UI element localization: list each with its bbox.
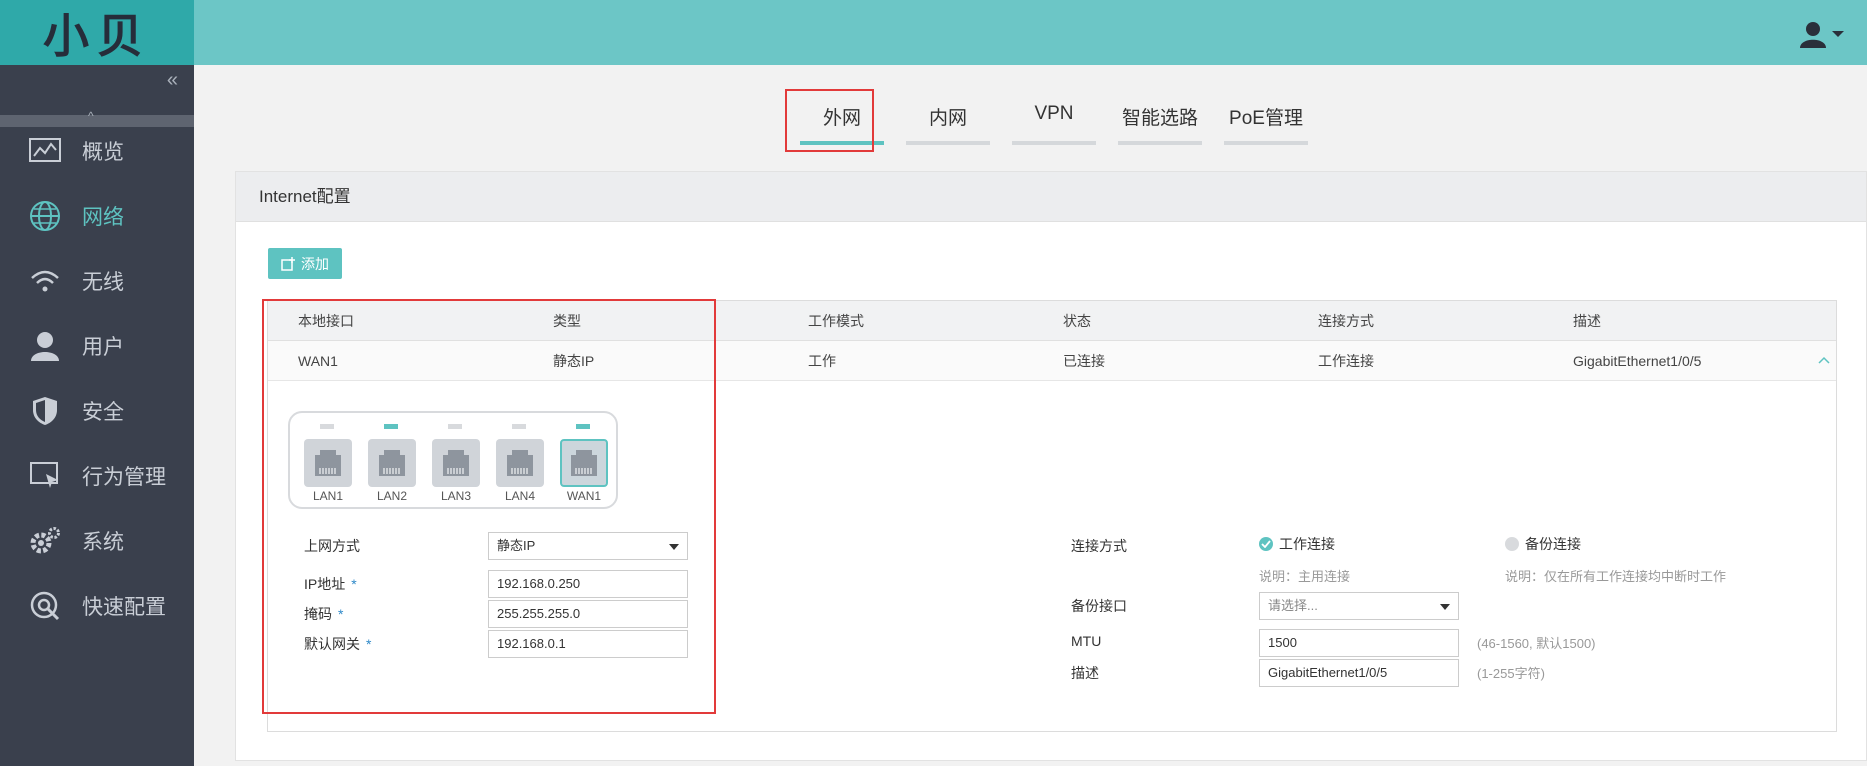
tab-highlight-box [785,89,874,152]
tab-indicator [1012,141,1096,145]
table-cell: 已连接 [1063,352,1105,369]
panel-title: Internet配置 [236,172,1866,222]
gear-icon [28,524,62,558]
radio-backup-connection[interactable]: 备份连接 [1505,534,1581,554]
top-bar: 小贝 [0,0,1867,65]
column-header: 工作模式 [808,312,864,329]
tab-indicator [1224,141,1308,145]
sidebar-item-label: 网络 [82,206,124,229]
connection-mode-label: 连接方式 [1071,538,1127,554]
radio-label: 备份连接 [1525,536,1581,552]
radio-work-connection[interactable]: 工作连接 [1259,534,1335,554]
column-header: 连接方式 [1318,312,1374,329]
globe-icon [28,199,62,233]
logo: 小贝 [0,0,194,65]
add-icon [281,256,295,271]
tab-smart-routing[interactable]: 智能选路 [1118,103,1202,145]
tab-indicator [1118,141,1202,145]
wifi-icon [28,264,62,298]
work-connection-note: 说明：主用连接 [1259,569,1351,584]
sidebar-item-behavior[interactable]: 行为管理 [0,446,194,506]
sidebar: « ^ 概览 网络 无线 用户 安全 行为管理 系统 快速配置 [0,65,194,766]
user-avatar-icon [1800,22,1826,48]
sidebar-item-security[interactable]: 安全 [0,381,194,441]
description-input[interactable]: GigabitEthernet1/0/5 [1259,659,1459,687]
tab-lan[interactable]: 内网 [906,103,990,145]
mtu-input[interactable]: 1500 [1259,629,1459,657]
tab-bar: 外网 内网 VPN 智能选路 PoE管理 [194,65,1867,155]
sidebar-item-label: 行为管理 [82,466,166,489]
backup-interface-select[interactable]: 请选择... [1259,592,1459,620]
sidebar-item-wireless[interactable]: 无线 [0,251,194,311]
collapse-sidebar-button[interactable]: « [167,69,178,92]
add-label: 添加 [301,255,329,272]
description-label: 描述 [1071,665,1099,681]
sidebar-item-label: 概览 [82,141,124,164]
mtu-label: MTU [1071,633,1102,649]
tab-poe[interactable]: PoE管理 [1224,103,1308,145]
shield-icon [28,394,62,428]
sidebar-item-label: 用户 [82,336,124,359]
user-menu[interactable] [1799,20,1845,48]
radio-unchecked-icon [1505,537,1519,551]
tab-label: PoE管理 [1229,108,1303,129]
add-button[interactable]: 添加 [268,248,342,279]
tab-label: 内网 [928,108,967,129]
sidebar-item-network[interactable]: 网络 [0,186,194,246]
tab-vpn[interactable]: VPN [1012,103,1096,145]
config-highlight-box [262,299,716,714]
sidebar-item-system[interactable]: 系统 [0,511,194,571]
backup-interface-label: 备份接口 [1071,598,1127,614]
monitor-icon [28,459,62,493]
radio-label: 工作连接 [1279,536,1335,552]
chart-icon [28,134,62,168]
table-cell: 工作连接 [1318,352,1374,369]
sidebar-item-label: 安全 [82,401,124,424]
sidebar-item-quick-config[interactable]: 快速配置 [0,576,194,636]
sidebar-item-label: 系统 [82,531,124,554]
sidebar-item-label: 无线 [82,271,124,294]
radio-checked-icon [1259,537,1273,551]
table-cell: 工作 [808,352,836,369]
mtu-hint: (46-1560, 默认1500) [1477,636,1596,651]
quick-config-icon [28,589,62,623]
sidebar-item-overview[interactable]: 概览 [0,121,194,181]
tab-label: 智能选路 [1121,108,1198,129]
table-cell: GigabitEthernet1/0/5 [1573,352,1702,369]
chevron-up-icon[interactable] [1818,356,1830,364]
caret-down-icon [1832,31,1844,37]
user-icon [28,329,62,363]
tab-indicator [906,141,990,145]
backup-connection-note: 说明：仅在所有工作连接均中断时工作 [1505,569,1727,584]
sidebar-item-users[interactable]: 用户 [0,316,194,376]
tab-label: VPN [1034,103,1074,124]
column-header: 状态 [1063,312,1091,329]
description-hint: (1-255字符) [1477,666,1545,681]
sidebar-item-label: 快速配置 [82,596,166,619]
column-header: 描述 [1573,312,1601,329]
